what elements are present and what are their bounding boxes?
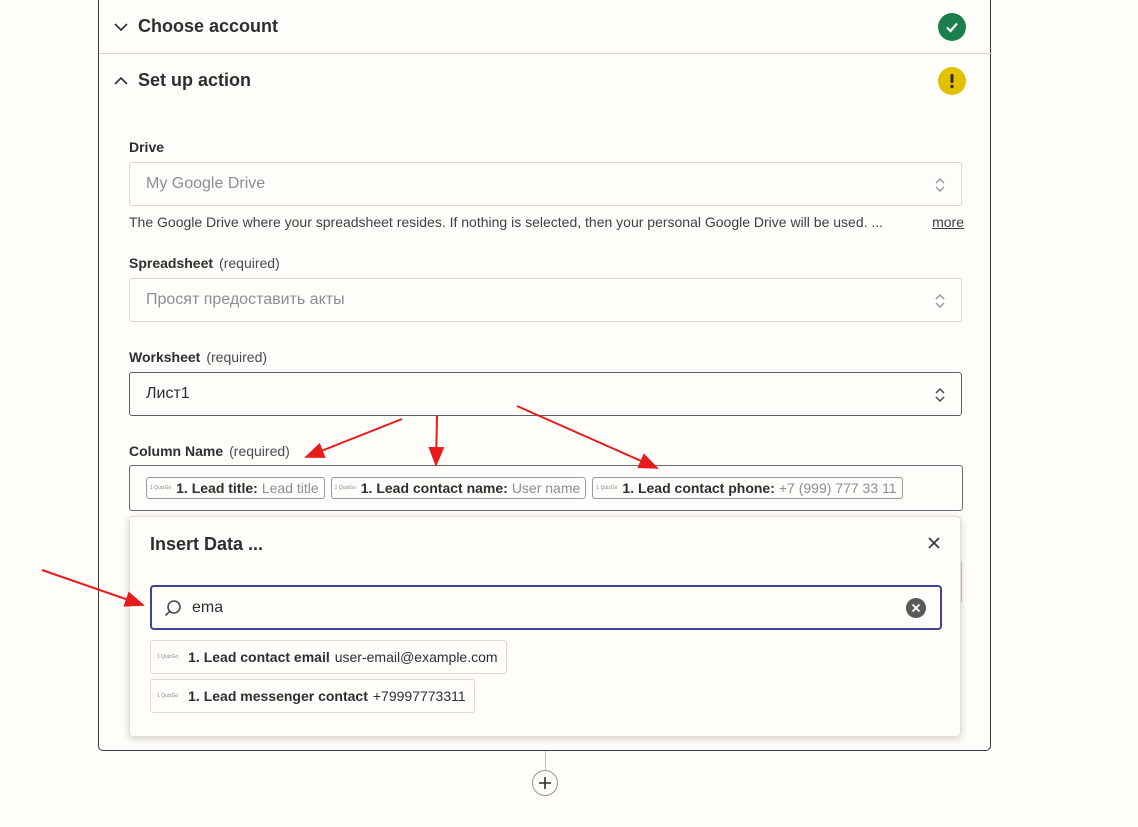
result-value: user-email@example.com — [334, 649, 498, 665]
quizgo-logo-icon: 1 QuizGo — [334, 485, 356, 491]
chevron-up-icon — [114, 76, 128, 85]
spreadsheet-label: Spreadsheet (required) — [129, 255, 280, 271]
section-title: Choose account — [138, 16, 279, 36]
drive-label: Drive — [129, 139, 164, 155]
data-pill-lead-title[interactable]: 1 QuizGo 1. Lead title: Lead title — [146, 477, 325, 499]
required-marker: (required) — [206, 349, 268, 365]
select-updown-icon — [935, 293, 945, 309]
pill-value: +7 (999) 777 33 11 — [778, 480, 897, 496]
data-pill-lead-contact-phone[interactable]: 1 QuizGo 1. Lead contact phone: +7 (999)… — [592, 477, 903, 499]
required-marker: (required) — [229, 443, 290, 459]
section-setup-action[interactable]: Set up action — [99, 54, 992, 107]
drive-value: My Google Drive — [146, 175, 266, 192]
column-name-input[interactable]: 1 QuizGo 1. Lead title: Lead title 1 Qui… — [129, 465, 963, 511]
close-icon[interactable] — [926, 535, 942, 551]
result-key: 1. Lead messenger contact — [188, 688, 368, 704]
insert-data-search-input[interactable]: ema — [150, 585, 942, 630]
drive-help-text: The Google Drive where your spreadsheet … — [129, 214, 884, 230]
worksheet-label-text: Worksheet — [129, 349, 201, 365]
drive-help: The Google Drive where your spreadsheet … — [129, 214, 964, 230]
column-name-label: Column Name (required) — [129, 443, 290, 459]
worksheet-value: Лист1 — [146, 385, 190, 402]
check-circle-icon — [938, 12, 966, 41]
warning-circle-icon — [938, 66, 966, 95]
pill-value: User name — [511, 480, 581, 496]
spreadsheet-value: Просят предоставить акты — [146, 291, 345, 308]
select-updown-icon — [935, 387, 945, 403]
search-icon — [164, 600, 181, 617]
plus-icon — [539, 777, 551, 789]
more-link[interactable]: more — [932, 214, 964, 230]
pill-key: 1. Lead contact phone: — [622, 480, 775, 496]
spreadsheet-select[interactable]: Просят предоставить акты — [129, 278, 962, 322]
result-lead-contact-email[interactable]: 1 QuizGo 1. Lead contact email user-emai… — [150, 640, 507, 674]
add-step-button[interactable] — [532, 770, 558, 796]
clear-search-icon[interactable] — [906, 598, 926, 618]
column-name-label-text: Column Name — [129, 443, 224, 459]
pill-key: 1. Lead contact name: — [360, 480, 508, 496]
chevron-down-icon — [114, 22, 128, 31]
drive-label-text: Drive — [129, 139, 165, 155]
quizgo-logo-icon: 1 QuizGo — [150, 485, 172, 491]
quizgo-logo-icon: 1 QuizGo — [596, 485, 618, 491]
step-connector-line — [545, 751, 546, 771]
result-lead-messenger-contact[interactable]: 1 QuizGo 1. Lead messenger contact +7999… — [150, 679, 475, 713]
result-value: +79997773311 — [372, 688, 466, 704]
select-updown-icon — [935, 177, 945, 193]
worksheet-label: Worksheet (required) — [129, 349, 267, 365]
section-title: Set up action — [138, 70, 252, 90]
quizgo-logo-icon: 1 QuizGo — [157, 693, 179, 699]
required-marker: (required) — [219, 255, 280, 271]
pill-value: Lead title — [261, 480, 319, 496]
quizgo-logo-icon: 1 QuizGo — [157, 654, 179, 660]
insert-data-dropdown: Insert Data ... ema 1 QuizGo 1. Lead con… — [129, 516, 961, 737]
drive-select[interactable]: My Google Drive — [129, 162, 962, 206]
section-choose-account[interactable]: Choose account — [99, 0, 992, 53]
result-key: 1. Lead contact email — [188, 649, 330, 665]
spreadsheet-label-text: Spreadsheet — [129, 255, 214, 271]
insert-data-title: Insert Data ... — [150, 534, 264, 554]
worksheet-select[interactable]: Лист1 — [129, 372, 962, 416]
search-value: ema — [192, 598, 224, 616]
pill-key: 1. Lead title: — [176, 480, 258, 496]
data-pill-lead-contact-name[interactable]: 1 QuizGo 1. Lead contact name: User name — [330, 477, 587, 499]
